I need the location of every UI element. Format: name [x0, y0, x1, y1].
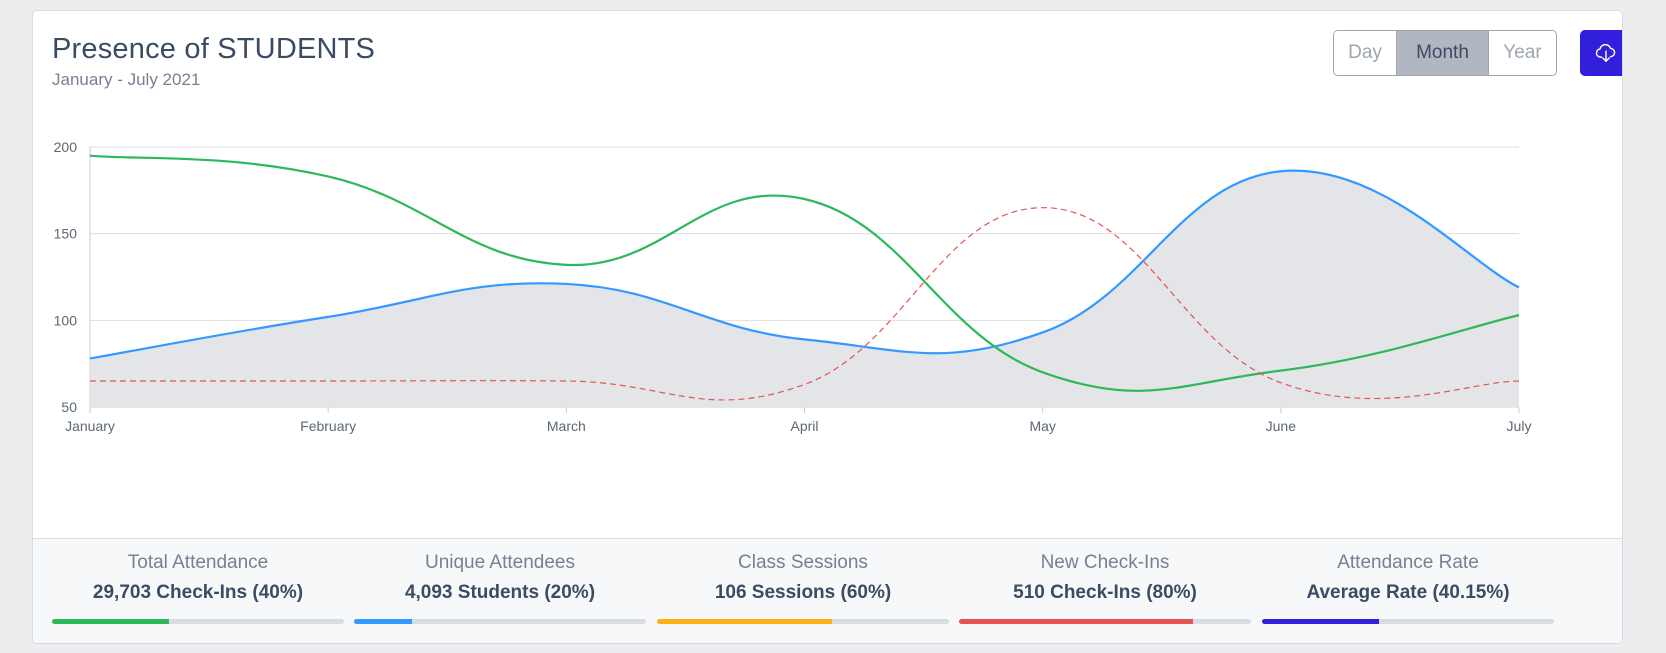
x-tick-label: May	[1029, 418, 1055, 434]
stat-progress-bar	[1262, 619, 1379, 624]
stat-progress-bar	[52, 619, 169, 624]
y-tick-label: 100	[54, 312, 78, 328]
x-tick-label: April	[790, 418, 818, 434]
stats-footer: Total Attendance 29,703 Check-Ins (40%) Un…	[33, 538, 1622, 643]
series-area-fill	[90, 170, 1519, 407]
stat-progress-track	[52, 619, 344, 624]
x-tick-label: February	[300, 418, 356, 434]
stat-label: Unique Attendees	[424, 552, 575, 573]
card-body: Presence of STUDENTS January - July 2021…	[33, 11, 1622, 538]
stat-progress-track	[1262, 619, 1554, 624]
stat-progress-track	[959, 619, 1251, 624]
stat-value: Average Rate (40.15%)	[1306, 582, 1510, 603]
stat-progress-bar	[657, 619, 833, 624]
stat-progress-bar	[354, 619, 413, 624]
stat-progress-track	[354, 619, 646, 624]
stat-value: 510 Check-Ins (80%)	[1013, 582, 1197, 603]
stat-progress-track	[657, 619, 949, 624]
x-tick-label: March	[547, 418, 586, 434]
stat-label: Total Attendance	[127, 552, 269, 573]
stat-value: 29,703 Check-Ins (40%)	[92, 582, 304, 603]
stat-label: Class Sessions	[738, 552, 868, 573]
stat-progress-bar	[959, 619, 1193, 624]
stat-value: 106 Sessions (60%)	[714, 582, 892, 603]
x-tick-label: July	[1507, 418, 1532, 434]
y-tick-label: 50	[61, 399, 77, 415]
stat-value: 4,093 Students (20%)	[404, 582, 596, 603]
attendance-line-chart: 50 100 150 200 January February March April May J…	[54, 139, 1532, 434]
y-tick-label: 200	[54, 139, 78, 155]
stat-label: Attendance Rate	[1337, 552, 1479, 573]
stat-label: New Check-Ins	[1040, 552, 1170, 573]
x-tick-label: June	[1266, 418, 1297, 434]
x-tick-label: January	[65, 418, 115, 434]
y-tick-label: 150	[54, 226, 78, 242]
attendance-card: Presence of STUDENTS January - July 2021…	[32, 10, 1623, 644]
